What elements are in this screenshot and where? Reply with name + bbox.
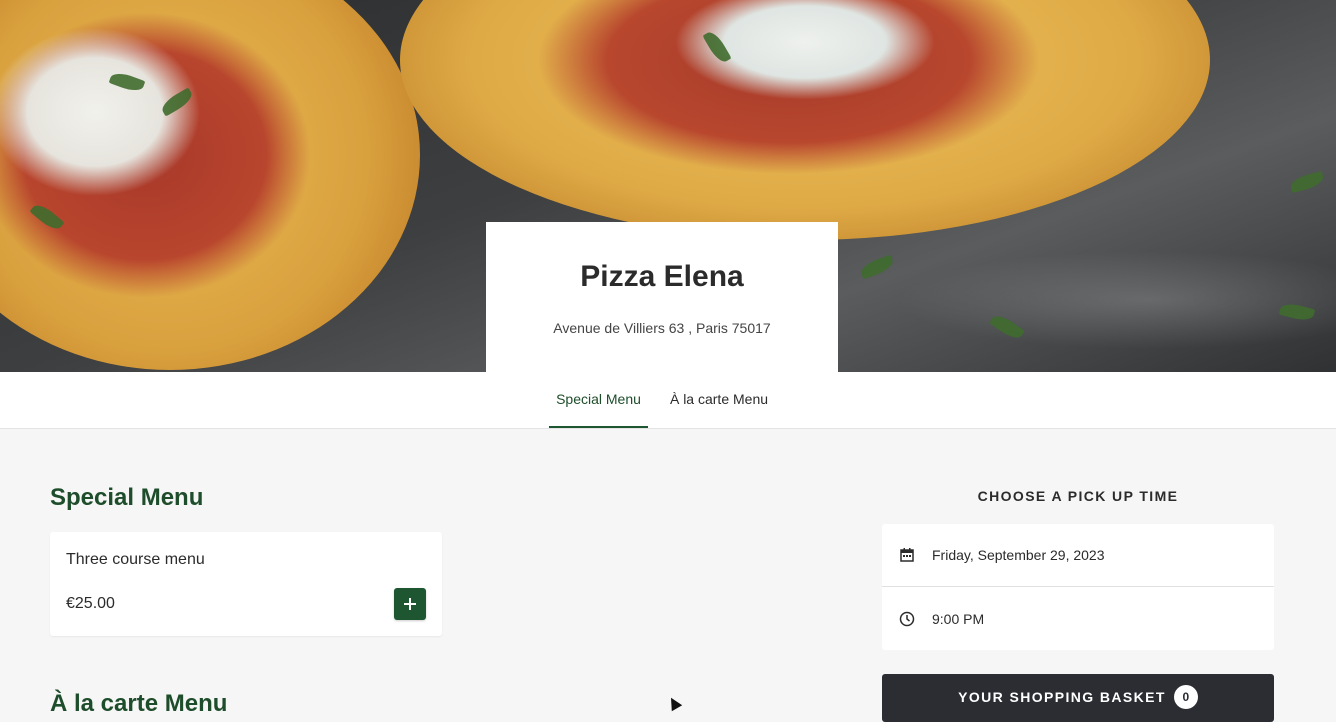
pizza-image-right xyxy=(400,0,1210,240)
restaurant-address: Avenue de Villiers 63 , Paris 75017 xyxy=(553,320,771,336)
menu-item-price: €25.00 xyxy=(66,595,115,612)
mouse-cursor-icon xyxy=(665,694,683,712)
pickup-time-field[interactable]: 9:00 PM xyxy=(882,587,1274,650)
herb-decoration xyxy=(1288,170,1326,194)
pizza-image-left xyxy=(0,0,420,370)
restaurant-info-card: Pizza Elena Avenue de Villiers 63 , Pari… xyxy=(486,222,838,372)
menu-item-name: Three course menu xyxy=(66,551,205,568)
plus-icon xyxy=(404,598,416,610)
pickup-date-field[interactable]: Friday, September 29, 2023 xyxy=(882,524,1274,587)
special-menu-heading: Special Menu xyxy=(50,484,204,511)
tab-special-menu[interactable]: Special Menu xyxy=(549,372,648,428)
pickup-time-heading: CHOOSE A PICK UP TIME xyxy=(977,488,1179,504)
herb-decoration xyxy=(989,311,1025,343)
shopping-basket-button[interactable]: YOUR SHOPPING BASKET 0 xyxy=(882,674,1274,722)
tab-alacarte-menu[interactable]: À la carte Menu xyxy=(664,372,774,428)
calendar-icon xyxy=(899,547,915,563)
hero-banner: Pizza Elena Avenue de Villiers 63 , Pari… xyxy=(0,0,1336,372)
add-to-basket-button[interactable] xyxy=(394,588,426,620)
alacarte-menu-heading: À la carte Menu xyxy=(50,690,228,717)
herb-decoration xyxy=(1278,300,1316,324)
pickup-date-value: Friday, September 29, 2023 xyxy=(932,547,1105,563)
clock-icon xyxy=(899,611,915,627)
menu-tabs: Special Menu À la carte Menu xyxy=(0,372,1336,429)
menu-item-card: Three course menu €25.00 xyxy=(50,532,442,636)
herb-decoration xyxy=(858,254,896,280)
pickup-time-value: 9:00 PM xyxy=(932,610,985,627)
restaurant-name: Pizza Elena xyxy=(580,260,744,293)
basket-count-badge: 0 xyxy=(1173,685,1198,709)
basket-label: YOUR SHOPPING BASKET xyxy=(958,689,1166,705)
pickup-time-picker: Friday, September 29, 2023 9:00 PM xyxy=(882,524,1274,650)
